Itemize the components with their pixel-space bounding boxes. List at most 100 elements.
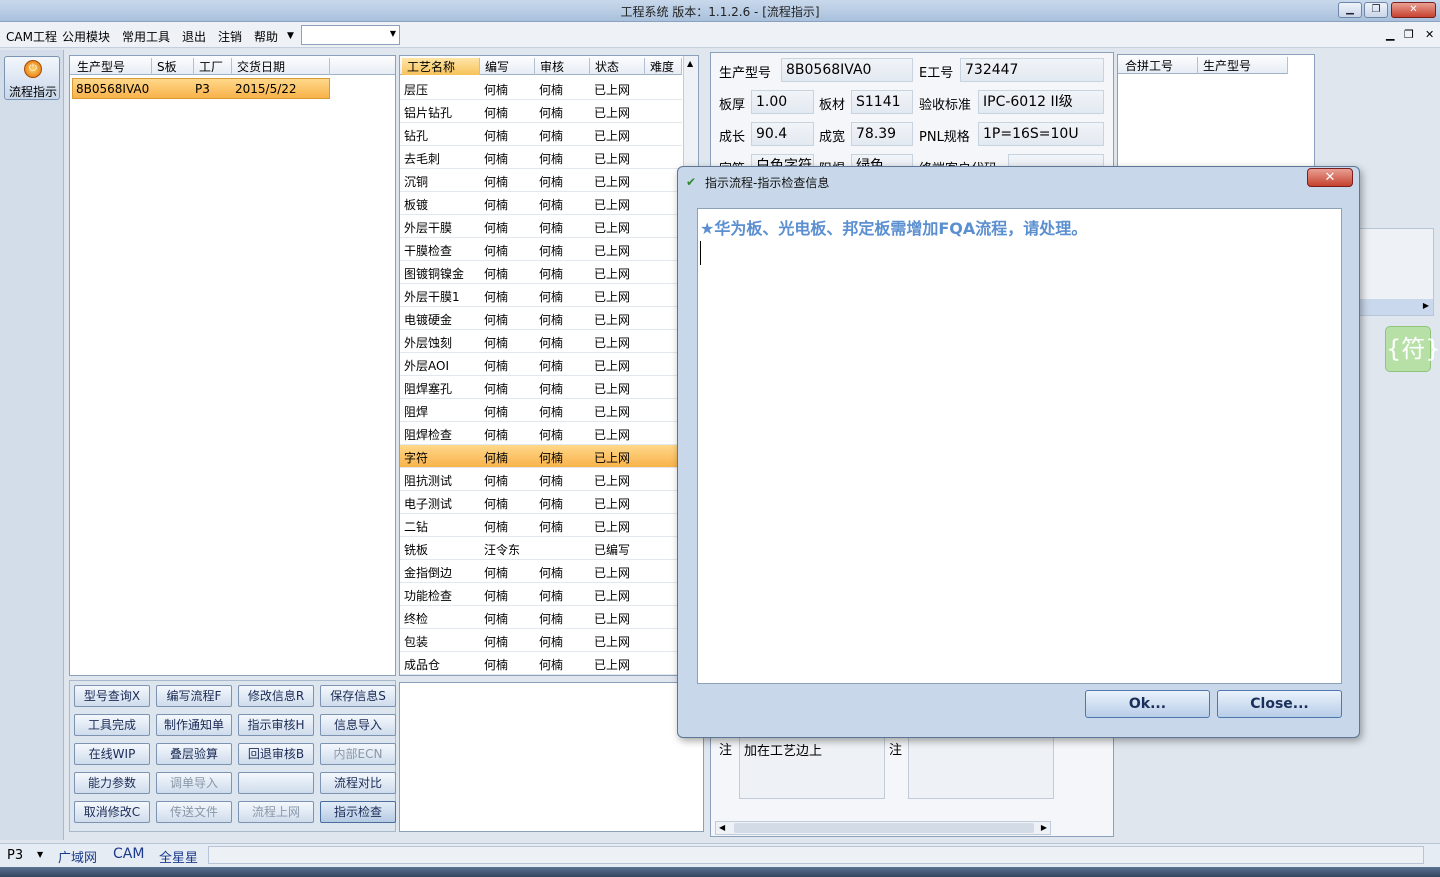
table-row[interactable]: 图镀铜镍金 何楠 何楠 已上网 bbox=[400, 261, 682, 284]
function-button-9[interactable]: 叠层验算 bbox=[156, 743, 232, 765]
close-icon[interactable]: ✕ bbox=[1391, 2, 1436, 18]
tab-star[interactable]: 全星星 bbox=[159, 847, 198, 866]
table-row[interactable]: 钻孔 何楠 何楠 已上网 bbox=[400, 123, 682, 146]
col-difficulty[interactable]: 难度 bbox=[645, 58, 682, 75]
factory-combo-arrow-icon[interactable]: ▼ bbox=[37, 850, 43, 859]
function-button-7[interactable]: 信息导入 bbox=[320, 714, 396, 736]
factory-combo[interactable]: P3 bbox=[7, 848, 23, 863]
dialog-message-box[interactable]: ★华为板、光电板、邦定板需增加FQA流程，请处理。 bbox=[697, 208, 1342, 684]
col-factory[interactable]: 工厂 bbox=[194, 58, 232, 75]
table-row[interactable]: 外层干膜 何楠 何楠 已上网 bbox=[400, 215, 682, 238]
col-writer[interactable]: 编写 bbox=[480, 58, 535, 75]
table-row[interactable]: 板镀 何楠 何楠 已上网 bbox=[400, 192, 682, 215]
symbol-button[interactable]: {符} bbox=[1385, 326, 1440, 372]
col-process-name[interactable]: 工艺名称 bbox=[402, 58, 480, 75]
memo-area[interactable] bbox=[399, 682, 704, 832]
thick-field[interactable]: 1.00 bbox=[751, 90, 814, 114]
mdi-close-icon[interactable]: ✕ bbox=[1425, 28, 1434, 41]
function-button-16[interactable]: 取消修改C bbox=[74, 801, 150, 823]
scroll-right-icon[interactable]: ▶ bbox=[1041, 823, 1047, 832]
menu-tools[interactable]: 常用工具 bbox=[122, 28, 170, 45]
table-row[interactable]: 铣板 汪令东 已编写 bbox=[400, 537, 682, 560]
function-button-1[interactable]: 编写流程F bbox=[156, 685, 232, 707]
function-button-8[interactable]: 在线WIP bbox=[74, 743, 150, 765]
table-row[interactable]: 铝片钻孔 何楠 何楠 已上网 bbox=[400, 100, 682, 123]
info-hscrollbar[interactable]: ◀ ▶ bbox=[715, 821, 1051, 835]
ok-button[interactable]: Ok... bbox=[1085, 690, 1210, 718]
table-row[interactable]: 金指倒边 何楠 何楠 已上网 bbox=[400, 560, 682, 583]
help-dropdown-icon[interactable]: ▼ bbox=[287, 31, 294, 41]
table-row[interactable]: 8B0568IVA0 P3 2015/5/22 bbox=[72, 78, 330, 99]
menu-help[interactable]: 帮助 bbox=[254, 28, 278, 45]
table-row[interactable]: 干膜检查 何楠 何楠 已上网 bbox=[400, 238, 682, 261]
close-button[interactable]: Close... bbox=[1217, 690, 1342, 718]
minimize-icon[interactable]: ▁ bbox=[1338, 2, 1362, 18]
standard-field[interactable]: IPC-6012 II级 bbox=[978, 90, 1104, 114]
table-row[interactable]: 外层蚀刻 何楠 何楠 已上网 bbox=[400, 330, 682, 353]
note-field-1[interactable]: 加在工艺边上 bbox=[739, 737, 885, 799]
menu-combo[interactable]: ▼ bbox=[301, 25, 400, 45]
table-row[interactable]: 阻焊检查 何楠 何楠 已上网 bbox=[400, 422, 682, 445]
maximize-icon[interactable]: ❐ bbox=[1364, 2, 1388, 18]
col-reviewer[interactable]: 审核 bbox=[535, 58, 590, 75]
table-row[interactable]: 阻焊 何楠 何楠 已上网 bbox=[400, 399, 682, 422]
scroll-left-icon[interactable]: ◀ bbox=[719, 823, 725, 832]
scroll-right-icon[interactable]: ▶ bbox=[1423, 301, 1429, 310]
scroll-up-icon[interactable]: ▲ bbox=[687, 59, 693, 68]
function-button-14[interactable] bbox=[238, 772, 314, 794]
table-row[interactable]: 终检 何楠 何楠 已上网 bbox=[400, 606, 682, 629]
function-button-13[interactable]: 调单导入 bbox=[156, 772, 232, 794]
table-row[interactable]: 电子测试 何楠 何楠 已上网 bbox=[400, 491, 682, 514]
menu-cam[interactable]: CAM工程 bbox=[6, 28, 57, 45]
col-date[interactable]: 交货日期 bbox=[232, 58, 330, 75]
table-row[interactable]: 成品仓 何楠 何楠 已上网 bbox=[400, 652, 682, 675]
model-field[interactable]: 8B0568IVA0 bbox=[781, 58, 913, 82]
table-row[interactable]: 功能检查 何楠 何楠 已上网 bbox=[400, 583, 682, 606]
function-button-12[interactable]: 能力参数 bbox=[74, 772, 150, 794]
function-button-11[interactable]: 内部ECN bbox=[320, 743, 396, 765]
col-status[interactable]: 状态 bbox=[590, 58, 645, 75]
table-row[interactable]: 字符 何楠 何楠 已上网 bbox=[400, 445, 682, 468]
scroll-thumb[interactable] bbox=[734, 823, 1034, 833]
function-button-5[interactable]: 制作通知单 bbox=[156, 714, 232, 736]
mdi-minimize-icon[interactable]: ▁ bbox=[1386, 28, 1394, 41]
table-row[interactable]: 去毛刺 何楠 何楠 已上网 bbox=[400, 146, 682, 169]
function-button-6[interactable]: 指示审核H bbox=[238, 714, 314, 736]
material-field[interactable]: S1141 bbox=[851, 90, 913, 114]
menu-logout[interactable]: 注销 bbox=[218, 28, 242, 45]
col-merge-model[interactable]: 生产型号 bbox=[1198, 57, 1288, 74]
tab-cam[interactable]: CAM bbox=[113, 846, 144, 862]
function-button-17[interactable]: 传送文件 bbox=[156, 801, 232, 823]
table-row[interactable]: 电镀硬金 何楠 何楠 已上网 bbox=[400, 307, 682, 330]
function-button-2[interactable]: 修改信息R bbox=[238, 685, 314, 707]
table-row[interactable]: 外层干膜1 何楠 何楠 已上网 bbox=[400, 284, 682, 307]
function-button-0[interactable]: 型号查询X bbox=[74, 685, 150, 707]
pnl-field[interactable]: 1P=16S=10U bbox=[978, 122, 1104, 146]
note-field-2[interactable] bbox=[908, 737, 1054, 799]
col-model[interactable]: 生产型号 bbox=[72, 58, 152, 75]
function-button-10[interactable]: 回退审核B bbox=[238, 743, 314, 765]
dialog-close-icon[interactable]: ✕ bbox=[1307, 168, 1353, 187]
function-button-19[interactable]: 指示检查 bbox=[320, 801, 396, 823]
length-field[interactable]: 90.4 bbox=[751, 122, 814, 146]
menu-exit[interactable]: 退出 bbox=[182, 28, 206, 45]
table-row[interactable]: 沉铜 何楠 何楠 已上网 bbox=[400, 169, 682, 192]
table-row[interactable]: 外层AOI 何楠 何楠 已上网 bbox=[400, 353, 682, 376]
tab-wan[interactable]: 广域网 bbox=[58, 847, 97, 866]
width-field[interactable]: 78.39 bbox=[851, 122, 913, 146]
table-row[interactable]: 阻抗测试 何楠 何楠 已上网 bbox=[400, 468, 682, 491]
eng-field[interactable]: 732447 bbox=[960, 58, 1104, 82]
menu-public[interactable]: 公用模块 bbox=[62, 28, 110, 45]
function-button-4[interactable]: 工具完成 bbox=[74, 714, 150, 736]
table-row[interactable]: 层压 何楠 何楠 已上网 bbox=[400, 77, 682, 100]
table-row[interactable]: 二钻 何楠 何楠 已上网 bbox=[400, 514, 682, 537]
table-row[interactable]: 包装 何楠 何楠 已上网 bbox=[400, 629, 682, 652]
right-list-scrollbar[interactable]: ▶ bbox=[1357, 299, 1433, 315]
col-sboard[interactable]: S板 bbox=[152, 58, 194, 75]
function-button-18[interactable]: 流程上网 bbox=[238, 801, 314, 823]
function-button-15[interactable]: 流程对比 bbox=[320, 772, 396, 794]
col-merge-no[interactable]: 合拼工号 bbox=[1120, 57, 1198, 74]
function-button-3[interactable]: 保存信息S bbox=[320, 685, 396, 707]
mdi-restore-icon[interactable]: ❐ bbox=[1404, 28, 1414, 41]
table-row[interactable]: 阻焊塞孔 何楠 何楠 已上网 bbox=[400, 376, 682, 399]
